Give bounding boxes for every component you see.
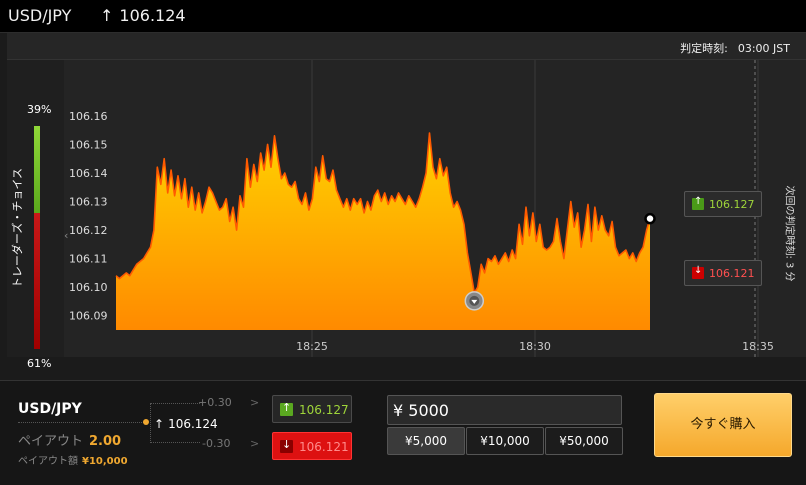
trader-up-bar: [34, 126, 40, 213]
put-button-price: 106.121: [299, 440, 349, 454]
call-button-price: 106.127: [299, 403, 349, 417]
y-tick-label: 106.11: [69, 253, 108, 266]
payout: ペイアウト 2.00: [18, 430, 121, 449]
put-price-tag: ↓ 106.121: [684, 260, 762, 286]
x-tick-label: 18:25: [296, 340, 328, 353]
trade-marker-icon[interactable]: [464, 291, 485, 311]
y-tick-label: 106.13: [69, 196, 108, 209]
arrow-up-icon: ↑: [280, 401, 293, 416]
pair-title: USD/JPY: [8, 6, 72, 25]
amount-input-value: ¥ 5000: [393, 401, 449, 420]
trader-up-pct: 39%: [27, 103, 52, 116]
x-tick-label: 18:35: [742, 340, 774, 353]
arrow-down-icon: ↓: [692, 265, 704, 279]
amount-10000-button[interactable]: ¥10,000: [466, 427, 544, 455]
arrow-down-icon: ↓: [280, 438, 293, 453]
chevron-right-icon: >: [250, 437, 260, 450]
y-tick-label: 106.10: [69, 281, 108, 294]
payout-value: 2.00: [89, 434, 122, 449]
amount-5000-button[interactable]: ¥5,000: [387, 427, 465, 455]
trader-down-pct: 61%: [27, 357, 52, 370]
header-price: ↑ 106.124: [100, 6, 186, 25]
payout-amount: ペイアウト額 ¥10,000: [18, 452, 128, 467]
offset-plus: +0.30: [198, 396, 232, 409]
trader-down-bar: [34, 213, 40, 349]
header-price-value: 106.124: [119, 6, 186, 25]
top-bar: USD/JPY ↑ 106.124: [0, 0, 806, 33]
buy-now-button[interactable]: 今すぐ購入: [654, 393, 792, 457]
offset-minus: -0.30: [202, 437, 231, 450]
footer-pair: USD/JPY: [18, 401, 82, 417]
arrow-up-icon: ↑: [692, 196, 704, 210]
put-price-tag-value: 106.121: [709, 267, 755, 280]
collapse-chevron-icon[interactable]: ‹: [64, 229, 68, 242]
trade-panel: USD/JPY ペイアウト 2.00 ペイアウト額 ¥10,000 ↑ 106.124…: [0, 380, 806, 485]
footer-current-price-value: 106.124: [168, 417, 218, 431]
y-tick-label: 106.14: [69, 167, 108, 180]
x-tick-label: 18:30: [519, 340, 551, 353]
put-button[interactable]: ↓ 106.121: [272, 432, 352, 460]
chart-panel: 判定時刻: 03:00 JST 106.16 106.15 106.14 106.13 1…: [7, 33, 806, 370]
payout-label: ペイアウト: [18, 434, 84, 449]
call-button[interactable]: ↑ 106.127: [272, 395, 352, 423]
arrow-up-icon: ↑: [154, 417, 165, 431]
payout-amount-label: ペイアウト額: [18, 456, 78, 467]
call-price-tag: ↑ 106.127: [684, 191, 762, 217]
call-price-tag-value: 106.127: [709, 198, 755, 211]
amount-input[interactable]: ¥ 5000: [387, 395, 622, 425]
y-tick-label: 106.09: [69, 310, 108, 323]
payout-amount-value: ¥10,000: [82, 456, 128, 467]
chevron-right-icon: >: [250, 396, 260, 409]
y-tick-label: 106.15: [69, 138, 108, 151]
footer-current-price: ↑ 106.124: [154, 417, 218, 431]
arrow-up-icon: ↑: [100, 6, 114, 25]
amount-50000-button[interactable]: ¥50,000: [545, 427, 623, 455]
dotted-line: [18, 422, 146, 423]
current-price-dot: [644, 212, 656, 225]
price-dot: [143, 419, 149, 425]
y-tick-label: 106.12: [69, 224, 108, 237]
y-tick-label: 106.16: [69, 110, 108, 123]
